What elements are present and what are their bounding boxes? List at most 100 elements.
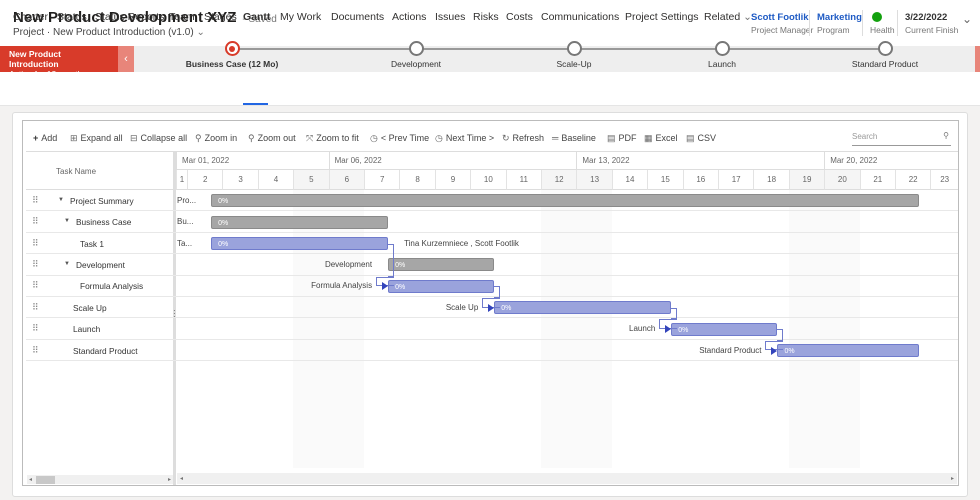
toolbar-next-time-button[interactable]: ◷ Next Time > <box>435 133 494 144</box>
toolbar-add-button[interactable]: + Add <box>33 133 57 143</box>
task-name[interactable]: Project Summary <box>70 196 134 206</box>
field-value[interactable]: Marketing <box>817 12 862 24</box>
toolbar-collapse-all-button[interactable]: ⊟ Collapse all <box>130 133 187 144</box>
task-name[interactable]: Development <box>76 260 125 270</box>
toolbar-baseline-button[interactable]: ═ Baseline <box>552 133 596 143</box>
scroll-left-icon[interactable]: ◂ <box>180 475 183 482</box>
gantt-bar-standard-product[interactable]: 0% <box>777 344 920 357</box>
tab-gantt[interactable]: Gantt <box>243 11 270 23</box>
stage-node-icon[interactable] <box>566 41 582 56</box>
tab-charter[interactable]: Charter <box>13 11 48 23</box>
scroll-right-icon[interactable]: ▸ <box>168 476 171 483</box>
toolbar-pdf-button[interactable]: ▤ PDF <box>607 133 637 144</box>
drag-handle-icon[interactable]: ⠿ <box>32 323 39 334</box>
stage-node-icon[interactable] <box>877 41 893 56</box>
tab-team[interactable]: Team <box>169 11 195 23</box>
field-label: Project Manager <box>751 25 814 35</box>
bar-left-label: Bu... <box>177 217 194 227</box>
dependency-arrow-icon <box>382 282 389 291</box>
next-stage-button[interactable] <box>975 46 980 72</box>
selected-tab-indicator <box>243 103 268 105</box>
gantt-bar-project-summary[interactable]: 0% <box>211 194 920 208</box>
tab-communications[interactable]: Communications <box>541 11 619 23</box>
drag-handle-icon[interactable]: ⠿ <box>32 216 39 227</box>
caret-down-icon[interactable]: ▼ <box>64 218 70 224</box>
toolbar-zoom-in-button[interactable]: ⚲ Zoom in <box>195 133 237 144</box>
search-input[interactable]: Search ⚲ <box>852 128 951 146</box>
stage-1-label[interactable]: Development <box>391 59 441 69</box>
chart-horizontal-scrollbar[interactable]: ◂ ▸ <box>177 473 957 484</box>
tab-actions[interactable]: Actions <box>392 11 426 23</box>
task-name[interactable]: Standard Product <box>73 346 138 356</box>
drag-handle-icon[interactable]: ⠿ <box>32 280 39 291</box>
tab-project-settings[interactable]: Project Settings <box>625 11 699 23</box>
toolbar-prev-time-button[interactable]: ◷ < Prev Time <box>370 133 429 144</box>
project-manager-field[interactable]: Scott Footlik Project Manager <box>751 12 813 36</box>
tab-costs[interactable]: Costs <box>506 11 533 23</box>
caret-down-icon[interactable]: ▼ <box>58 197 64 203</box>
toolbar-zoom-out-button[interactable]: ⚲ Zoom out <box>248 133 296 144</box>
chevron-down-icon[interactable]: ⌄ <box>740 11 752 23</box>
baseline-icon: ═ <box>552 133 559 143</box>
stage-4-label[interactable]: Standard Product <box>852 59 918 69</box>
scrollbar-thumb[interactable] <box>36 476 55 484</box>
stage-node-icon[interactable] <box>408 41 424 56</box>
task-name[interactable]: Task 1 <box>80 239 104 249</box>
gantt-bar-task-1[interactable]: 0% <box>211 237 389 250</box>
chevron-down-icon[interactable]: ⌄ <box>962 12 972 26</box>
process-selector[interactable]: New Product Introduction (v1.0) <box>53 27 194 38</box>
tab-stages[interactable]: Stages <box>204 11 237 23</box>
stage-0-label[interactable]: Business Case (12 Mo) <box>186 59 279 69</box>
stage-2-label[interactable]: Scale-Up <box>557 59 592 69</box>
collapse-icon: ⊟ <box>130 133 138 143</box>
task-name[interactable]: Launch <box>73 324 100 334</box>
field-value[interactable]: Scott Footlik <box>751 12 813 24</box>
timeline-day-header: 8 <box>399 170 435 190</box>
chevron-left-icon[interactable]: ‹ <box>118 46 134 72</box>
stage-3-label[interactable]: Launch <box>708 59 736 69</box>
drag-handle-icon[interactable]: ⠿ <box>32 302 39 313</box>
gantt-bar-formula-analysis[interactable]: 0% <box>388 279 495 293</box>
table-row[interactable] <box>26 211 958 233</box>
table-row[interactable] <box>26 318 958 340</box>
drag-handle-icon[interactable]: ⠿ <box>32 195 39 206</box>
column-header-task-name[interactable]: Task Name <box>56 167 96 176</box>
task-name[interactable]: Business Case <box>76 217 131 227</box>
tab-risks[interactable]: Risks <box>473 11 499 23</box>
toolbar-csv-button[interactable]: ▤ CSV <box>686 133 716 144</box>
active-process-flag[interactable]: New Product IntroductionActive for 12 mo… <box>0 46 118 79</box>
gantt-bar-launch[interactable]: 0% <box>671 322 778 336</box>
tab-issues[interactable]: Issues <box>435 11 465 23</box>
tab-related[interactable]: Related ⌄ <box>704 11 752 23</box>
tab-my-work[interactable]: My Work <box>280 11 321 23</box>
drag-handle-icon[interactable]: ⠿ <box>32 238 39 249</box>
drag-handle-icon[interactable]: ⠿ <box>32 345 39 356</box>
bar-left-label: Scale Up <box>445 302 479 312</box>
drag-handle-icon[interactable]: ⠿ <box>32 259 39 270</box>
gantt-bar-business-case[interactable]: 0% <box>211 215 389 229</box>
tab-status[interactable]: Status <box>57 11 87 23</box>
toolbar-expand-all-button[interactable]: ⊞ Expand all <box>70 133 123 144</box>
stage-node-icon[interactable] <box>224 41 240 56</box>
bar-left-label: Standard Product <box>699 345 762 355</box>
toolbar-refresh-button[interactable]: ↻ Refresh <box>502 133 544 144</box>
tab-documents[interactable]: Documents <box>331 11 384 23</box>
dependency-arrow-icon <box>771 346 778 355</box>
refresh-icon: ↻ <box>502 133 510 143</box>
toolbar-label: Zoom out <box>257 133 296 143</box>
program-field[interactable]: Marketing Program <box>817 12 862 36</box>
gantt-bar-scale-up[interactable]: 0% <box>494 301 672 315</box>
task-name[interactable]: Scale Up <box>73 303 107 313</box>
gantt-bar-development[interactable]: 0% <box>388 258 495 272</box>
stage-node-icon[interactable] <box>714 41 730 56</box>
toolbar-zoom-to-fit-button[interactable]: ⤧ Zoom to fit <box>306 133 359 144</box>
task-name[interactable]: Formula Analysis <box>80 281 143 291</box>
chevron-down-icon[interactable]: ⌄ <box>196 27 204 38</box>
tab-status-reports[interactable]: Status Reports <box>95 11 164 23</box>
toolbar-excel-button[interactable]: ▦ Excel <box>644 133 678 144</box>
field-label: Current Finish <box>905 25 959 35</box>
search-icon[interactable]: ⚲ <box>943 131 949 140</box>
caret-down-icon[interactable]: ▼ <box>64 261 70 267</box>
scroll-left-icon[interactable]: ◂ <box>29 476 32 483</box>
scroll-right-icon[interactable]: ▸ <box>951 475 954 482</box>
